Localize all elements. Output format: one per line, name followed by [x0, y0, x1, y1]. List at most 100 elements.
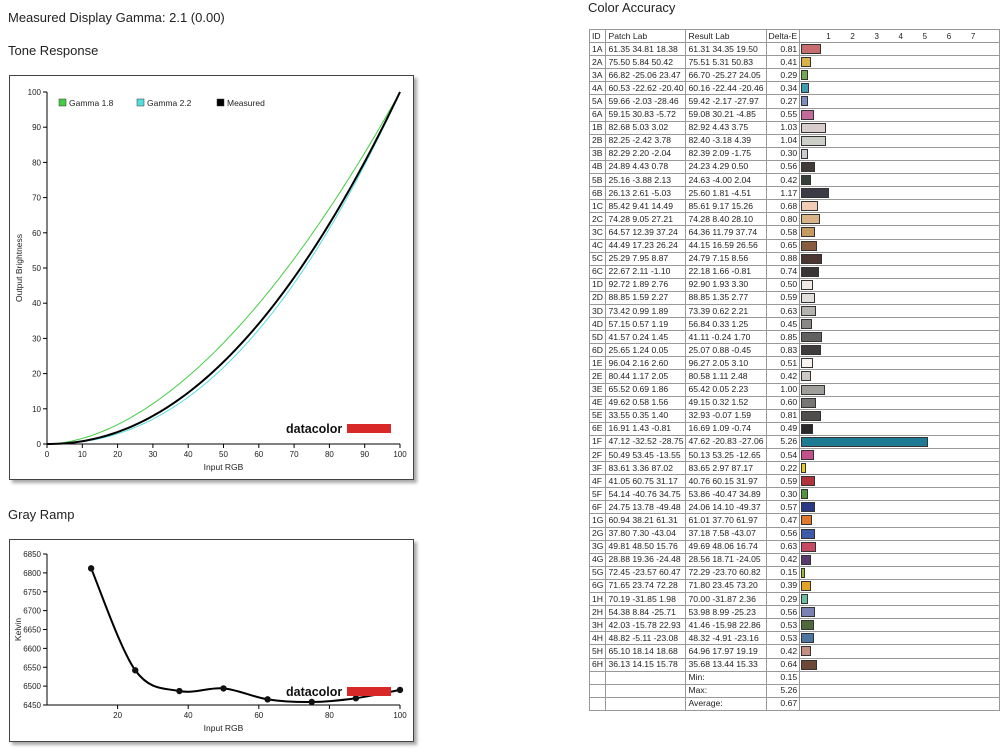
delta-e: 0.56 [765, 159, 801, 175]
table-row: 3H 42.03 -15.78 22.93 41.46 -15.98 22.86 0.… [588, 618, 1000, 633]
table-row: 4G 28.88 19.36 -24.48 28.56 18.71 -24.05 0.… [588, 552, 1000, 567]
patch-lab: 82.25 -2.42 3.78 [605, 133, 687, 148]
delta-e-bar-cell [799, 133, 1000, 148]
result-lab: 88.85 1.35 2.77 [685, 290, 767, 305]
delta-e-bar-cell [799, 395, 1000, 410]
gray-ramp-title: Gray Ramp [8, 507, 75, 522]
delta-e-bar-cell [799, 500, 1000, 515]
delta-e-bar [801, 175, 812, 186]
delta-e-bar-cell [799, 434, 1000, 450]
table-row: 4A 60.53 -22.62 -20.40 60.16 -22.44 -20.46… [588, 81, 1000, 96]
patch-id: 4G [588, 552, 607, 567]
table-row: 4E 49.62 0.58 1.56 49.15 0.32 1.52 0.60 [588, 395, 1000, 410]
patch-lab: 42.03 -15.78 22.93 [605, 618, 687, 633]
patch-lab: 73.42 0.99 1.89 [605, 303, 687, 319]
delta-e-bar [801, 148, 809, 159]
delta-e: 0.74 [765, 264, 801, 279]
delta-e: 0.88 [765, 251, 801, 266]
delta-e-bar [801, 423, 813, 434]
delta-e-bar [801, 96, 808, 107]
delta-e-bar-cell [799, 107, 1000, 122]
table-row: 2C 74.28 9.05 27.21 74.28 8.40 28.10 0.80 [588, 212, 1000, 227]
delta-e-bar-cell [799, 199, 1000, 214]
result-lab: 64.96 17.97 19.19 [685, 644, 767, 659]
x-tick-label: 100 [393, 711, 407, 720]
y-tick-label: 10 [32, 405, 41, 414]
delta-e-bar-cell [799, 408, 1000, 423]
delta-e-bar-cell [799, 159, 1000, 175]
delta-e-bar [801, 397, 816, 408]
delta-e: 0.53 [765, 631, 801, 646]
patch-id: 1G [588, 513, 607, 528]
table-row: 6E 16.91 1.43 -0.81 16.69 1.09 -0.74 0.49 [588, 421, 1000, 436]
y-tick-label: 6650 [23, 626, 41, 635]
delta-e: 0.65 [765, 238, 801, 253]
patch-lab: 44.49 17.23 26.24 [605, 238, 687, 253]
delta-e-bar-cell [799, 618, 1000, 633]
patch-id: 5B [588, 173, 607, 188]
delta-e-bar-cell [799, 68, 1000, 83]
x-axis-label: Input RGB [204, 462, 244, 472]
delta-e: 0.29 [765, 592, 801, 607]
delta-e-bar-cell [799, 238, 1000, 253]
patch-lab: 92.72 1.89 2.76 [605, 277, 687, 292]
delta-e-bar [801, 161, 815, 172]
delta-e-bar [801, 57, 812, 68]
delta-e-bar [801, 109, 815, 120]
delta-e-bar-cell [799, 264, 1000, 279]
delta-e: 0.50 [765, 277, 801, 292]
legend-label: Gamma 1.8 [69, 98, 114, 108]
delta-e-bar [801, 371, 812, 382]
table-row: 3G 49.81 48.50 15.76 49.69 48.06 16.74 0.63 [588, 539, 1000, 554]
patch-id: 1A [588, 42, 607, 57]
y-tick-label: 6500 [23, 682, 41, 691]
x-tick-label: 80 [325, 711, 334, 720]
delta-e-bar [801, 607, 815, 618]
delta-e: 0.56 [765, 526, 801, 541]
delta-e-bar [801, 83, 810, 94]
patch-id: 2A [588, 55, 607, 70]
table-row: 6H 36.13 14.15 15.78 35.68 13.44 15.33 0.64 [588, 657, 1000, 672]
delta-e-bar-cell [799, 461, 1000, 476]
patch-id: 3C [588, 225, 607, 240]
table-row: 3F 83.61 3.36 87.02 83.65 2.97 87.17 0.22 [588, 461, 1000, 476]
x-tick-label: 20 [113, 711, 122, 720]
y-tick-label: 50 [32, 264, 41, 273]
delta-e-bar-cell [799, 657, 1000, 672]
y-axis-label: Kelvin [13, 618, 23, 641]
delta-e: 0.83 [765, 343, 801, 358]
patch-lab: 50.49 53.45 -13.55 [605, 447, 687, 463]
y-axis-label: Output Brightness [14, 234, 24, 302]
delta-e: 0.63 [765, 303, 801, 319]
table-row: 2A 75.50 5.84 50.42 75.51 5.31 50.83 0.41 [588, 55, 1000, 70]
y-tick-label: 90 [32, 123, 41, 132]
gray-ramp-point [308, 698, 315, 706]
legend-label: Measured [227, 98, 265, 108]
delta-e: 0.34 [765, 81, 801, 96]
patch-lab: 41.57 0.24 1.45 [605, 330, 687, 345]
datacolor-logo-bar [347, 424, 391, 433]
patch-id: 5A [588, 94, 607, 109]
y-tick-label: 6800 [23, 569, 41, 578]
table-row: 1G 60.94 38.21 61.31 61.01 37.70 61.97 0.47 [588, 513, 1000, 528]
table-row: 5G 72.45 -23.57 60.47 72.29 -23.70 60.82 0.… [588, 565, 1000, 580]
patch-id: 2B [588, 133, 607, 148]
result-lab: 71.80 23.45 73.20 [685, 578, 767, 594]
y-tick-label: 6750 [23, 588, 41, 597]
patch-id: 4A [588, 81, 607, 96]
patch-id: 4D [588, 317, 607, 332]
patch-lab: 47.12 -32.52 -28.75 [605, 434, 687, 450]
delta-e: 0.42 [765, 644, 801, 659]
delta-e: 0.80 [765, 212, 801, 227]
delta-e-bar [801, 528, 815, 539]
delta-e: 1.00 [765, 382, 801, 397]
delta-e-bar [801, 201, 818, 212]
delta-e-bar [801, 188, 830, 199]
table-row: 5A 59.66 -2.03 -28.46 59.42 -2.17 -27.97 0.… [588, 94, 1000, 109]
delta-e: 0.53 [765, 618, 801, 633]
y-tick-label: 6450 [23, 701, 41, 710]
result-lab: 73.39 0.62 2.21 [685, 303, 767, 319]
delta-e: 0.30 [765, 146, 801, 161]
delta-e-bar [801, 476, 816, 487]
table-row: 3C 64.57 12.39 37.24 64.36 11.79 37.74 0.58 [588, 225, 1000, 240]
